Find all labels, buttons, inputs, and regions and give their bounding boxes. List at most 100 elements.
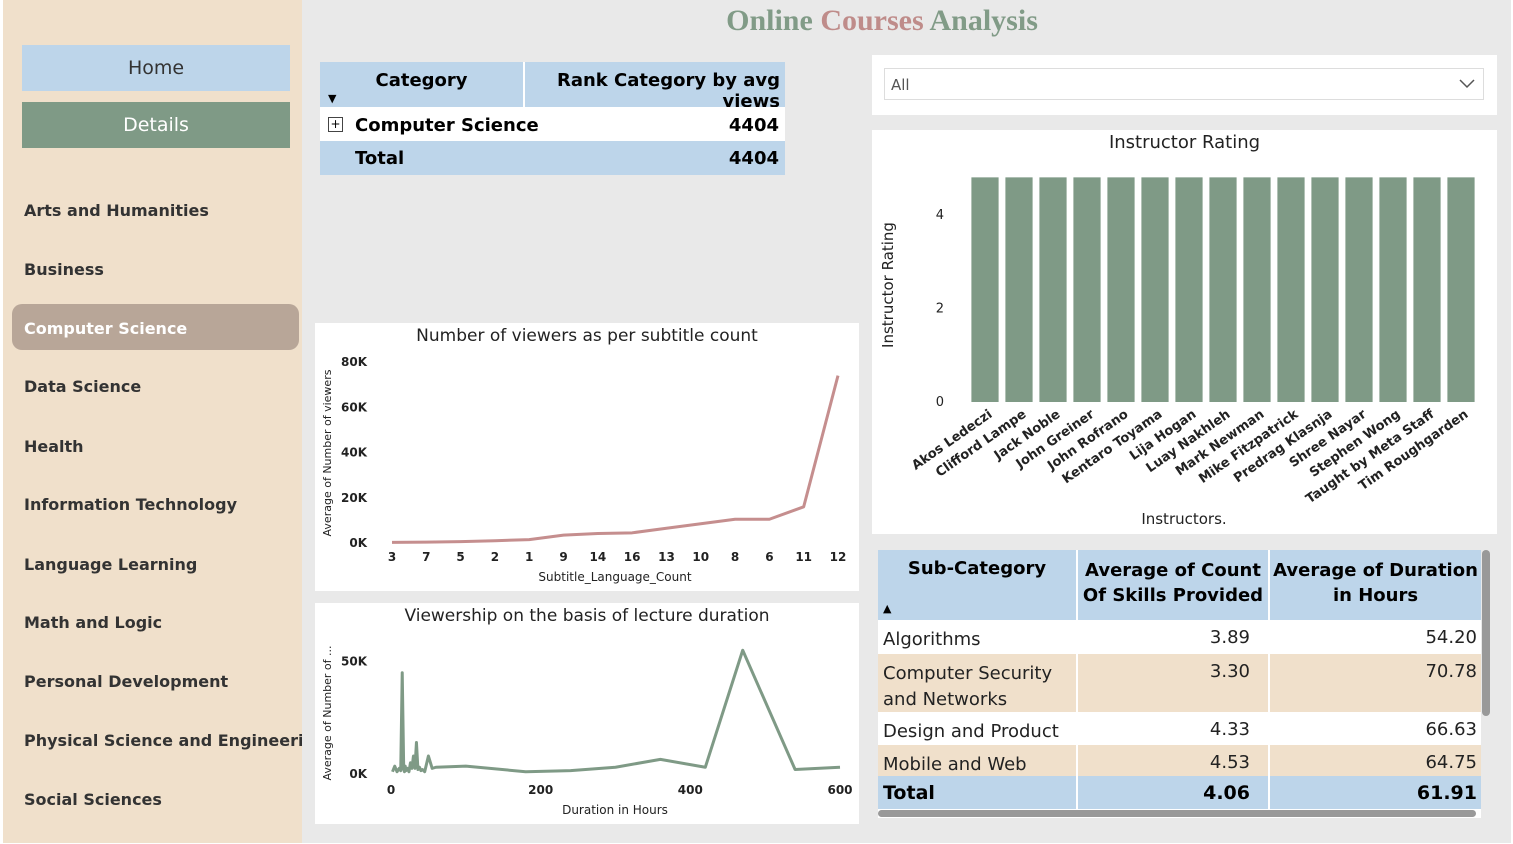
- rank-total-label: Total: [355, 148, 405, 169]
- subcategory-table: Sub-Category Average of Count Of Skills …: [878, 550, 1481, 818]
- title-part-online: Online: [726, 4, 821, 37]
- subtable-total-label: Total: [883, 782, 935, 804]
- duration-value: 66.63: [1425, 719, 1477, 740]
- y-axis-label: Average of Number of viewers: [321, 369, 334, 536]
- x-tick-label: 3: [388, 550, 396, 564]
- y-tick-label: 40K: [341, 446, 368, 460]
- rank-row-name: Computer Science: [355, 115, 539, 136]
- table-row: Computer Security and Networks 3.30 70.78: [878, 654, 1481, 712]
- x-tick-label: 9: [559, 550, 567, 564]
- x-tick-label: 13: [658, 550, 675, 564]
- x-tick-label: 10: [692, 550, 709, 564]
- x-tick-label: 1: [525, 550, 533, 564]
- chart1-svg: 0K 20K 40K 60K 80K 3 7 5 2 1 9 14 16 13 10 8 6 11 12 Subtit…: [321, 355, 847, 584]
- instructor-rating-chart: Instructor Rating 0 2 4 Akos Ledeczi Cliffor…: [872, 130, 1497, 534]
- bar: [1209, 177, 1237, 402]
- home-button[interactable]: Home: [22, 45, 290, 91]
- y-tick-label: 0K: [349, 536, 367, 550]
- sidebar-item-physical-science-and-engineering[interactable]: Physical Science and Engineering: [24, 731, 326, 750]
- y-tick-label: 80K: [341, 355, 368, 369]
- rank-col-views[interactable]: Rank Category by avg views: [525, 70, 780, 112]
- x-tick-label: 5: [456, 550, 464, 564]
- title-part-courses: Courses: [820, 4, 924, 37]
- title-part-analysis: Analysis: [923, 4, 1038, 37]
- y-tick-label: 60K: [341, 400, 368, 414]
- x-tick-label: 200: [528, 783, 553, 797]
- x-axis-label: Instructors.: [1141, 510, 1226, 528]
- skills-value: 3.30: [1209, 661, 1250, 682]
- subtable-col-duration[interactable]: Average of Duration in Hours: [1270, 558, 1481, 608]
- sidebar-item-data-science[interactable]: Data Science: [24, 377, 141, 396]
- y-tick-label: 4: [936, 208, 944, 223]
- x-tick-label: 14: [589, 550, 606, 564]
- sidebar-item-personal-development[interactable]: Personal Development: [24, 672, 228, 691]
- page-title: Online Courses Analysis: [302, 0, 1462, 42]
- details-button[interactable]: Details: [22, 102, 290, 148]
- x-tick-label: 0: [387, 783, 395, 797]
- y-tick-label: 0: [936, 395, 944, 410]
- subtable-total-skills: 4.06: [1203, 782, 1250, 804]
- sidebar-item-math-and-logic[interactable]: Math and Logic: [24, 613, 162, 632]
- vertical-scrollbar[interactable]: [1482, 550, 1490, 716]
- sort-desc-icon[interactable]: ▼: [328, 92, 336, 105]
- sidebar-item-social-sciences[interactable]: Social Sciences: [24, 790, 162, 809]
- bar: [1243, 177, 1271, 402]
- plus-box-icon[interactable]: +: [328, 117, 343, 132]
- x-tick-label: 11: [795, 550, 812, 564]
- subcategory-name: Computer Security and Networks: [883, 663, 1053, 710]
- y-axis-label: Average of Number of ...: [321, 645, 334, 780]
- x-tick-label: 8: [731, 550, 739, 564]
- viewers-subtitle-chart: Number of viewers as per subtitle count …: [315, 323, 859, 591]
- subtable-col-skills[interactable]: Average of Count Of Skills Provided: [1078, 558, 1268, 608]
- bar: [1005, 177, 1033, 402]
- sidebar-item-computer-science[interactable]: Computer Science: [24, 319, 187, 338]
- subtable-divider-2: [1268, 550, 1270, 809]
- bar: [1345, 177, 1373, 402]
- x-axis-label: Duration in Hours: [562, 803, 668, 817]
- bar: [1413, 177, 1441, 402]
- sidebar-item-business[interactable]: Business: [24, 260, 104, 279]
- subtable-divider-1: [1076, 550, 1078, 809]
- horizontal-scrollbar[interactable]: [878, 810, 1476, 817]
- rank-total-value: 4404: [728, 148, 779, 169]
- bar: [1039, 177, 1067, 402]
- bar: [971, 177, 999, 402]
- filter-panel: All: [872, 55, 1497, 115]
- x-tick-label: 12: [830, 550, 847, 564]
- sidebar-item-information-technology[interactable]: Information Technology: [24, 495, 237, 514]
- x-tick-label: 400: [678, 783, 703, 797]
- series-line: [391, 648, 841, 774]
- y-tick-label: 20K: [341, 491, 368, 505]
- subcategory-name: Mobile and Web: [883, 754, 1027, 775]
- subcategory-name: Design and Product: [883, 721, 1059, 742]
- x-axis-label: Subtitle_Language_Count: [538, 570, 691, 584]
- duration-value: 54.20: [1425, 627, 1477, 648]
- sidebar-item-language-learning[interactable]: Language Learning: [24, 555, 197, 574]
- chart3-svg: 024Akos LedecziClifford LampeJack NobleJ…: [879, 177, 1475, 528]
- chevron-down-icon: [1459, 79, 1475, 89]
- sidebar-item-arts-and-humanities[interactable]: Arts and Humanities: [24, 201, 209, 220]
- sidebar-item-health[interactable]: Health: [24, 437, 84, 456]
- x-tick-label: 2: [491, 550, 499, 564]
- subtable-total-duration: 61.91: [1416, 782, 1477, 804]
- filter-selected-value: All: [891, 76, 910, 94]
- bar: [1277, 177, 1305, 402]
- bar: [1175, 177, 1203, 402]
- bar: [1141, 177, 1169, 402]
- bar: [1107, 177, 1135, 402]
- viewership-duration-chart: Viewership on the basis of lecture durat…: [315, 603, 859, 824]
- x-tick-label: 600: [827, 783, 852, 797]
- subtable-col-subcategory[interactable]: Sub-Category: [878, 558, 1076, 579]
- y-axis-label: Instructor Rating: [879, 222, 897, 348]
- x-tick-label: 16: [624, 550, 641, 564]
- skills-value: 4.33: [1209, 719, 1250, 740]
- category-filter-dropdown[interactable]: All: [884, 68, 1484, 100]
- rank-row-value: 4404: [728, 115, 779, 136]
- table-row: Mobile and Web 4.53 64.75: [878, 745, 1481, 776]
- chart2-svg: 0K 50K 0 200 400 600 Duration in Hours Average …: [321, 645, 853, 817]
- sort-asc-icon[interactable]: ▲: [883, 602, 891, 615]
- sidebar: Home Details Arts and Humanities Business…: [3, 0, 326, 843]
- rank-col-category[interactable]: Category: [320, 70, 523, 91]
- x-tick-label: 7: [422, 550, 430, 564]
- rank-table: Category Rank Category by avg views ▼ + …: [320, 62, 785, 175]
